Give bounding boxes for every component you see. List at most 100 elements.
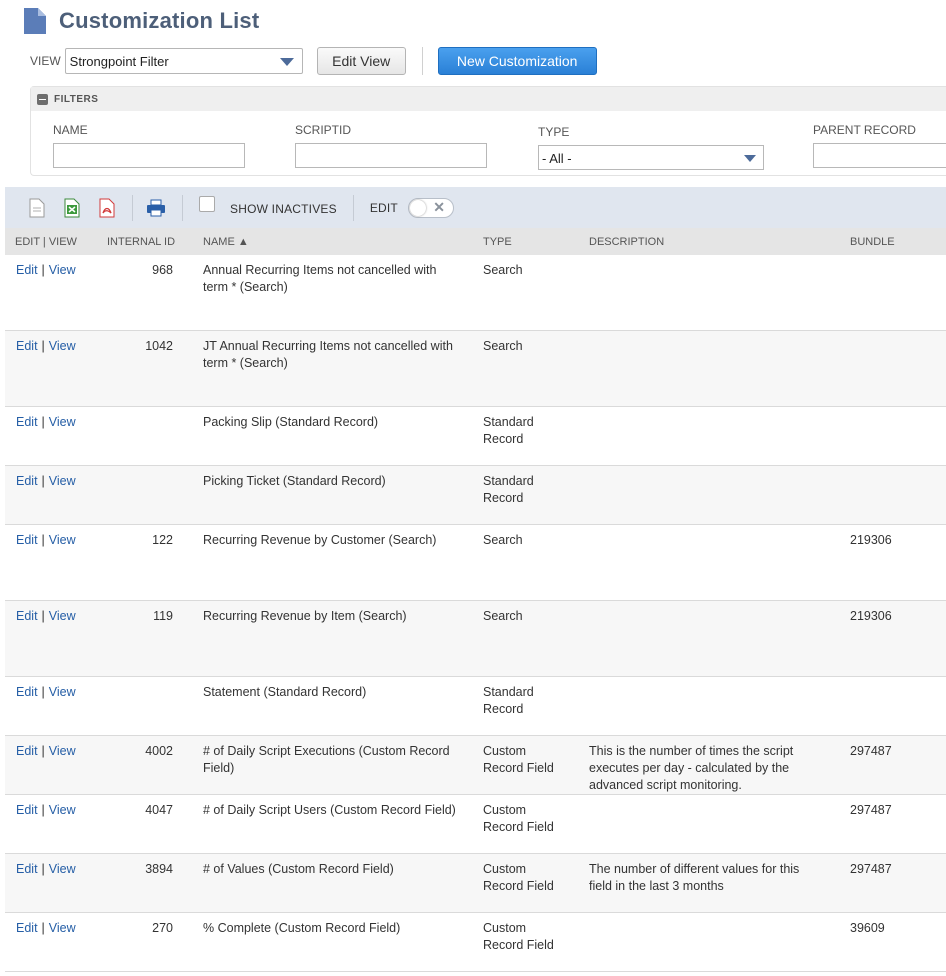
col-type[interactable]: TYPE	[483, 236, 512, 248]
table-row: Edit | View 968 Annual Recurring Items not c…	[5, 255, 946, 331]
record-bundle: 39609	[850, 921, 885, 935]
view-link[interactable]: View	[49, 803, 76, 817]
record-name: JT Annual Recurring Items not cancelled …	[203, 339, 453, 370]
edit-link[interactable]: Edit	[16, 474, 38, 488]
filters-title: FILTERS	[54, 93, 99, 105]
new-customization-button[interactable]: New Customization	[437, 47, 597, 75]
record-type: Custom Record Field	[483, 862, 554, 893]
internal-id: 4002	[145, 744, 173, 758]
row-actions: Edit | View	[16, 743, 76, 760]
view-link[interactable]: View	[49, 609, 76, 623]
row-actions: Edit | View	[16, 473, 76, 490]
separator: |	[41, 474, 45, 488]
close-icon: ✕	[433, 198, 445, 215]
page-title: Customization List	[59, 8, 260, 33]
customization-table: EDIT | VIEW INTERNAL ID NAME ▲ TYPE DESC…	[5, 228, 946, 972]
record-name: Recurring Revenue by Item (Search)	[203, 609, 407, 623]
record-description: The number of different values for this …	[589, 862, 800, 893]
table-row: Edit | View 4002 # of Daily Script Execution…	[5, 736, 946, 795]
record-type: Search	[483, 609, 523, 623]
view-link[interactable]: View	[49, 685, 76, 699]
edit-toggle[interactable]: ✕	[407, 197, 454, 218]
export-excel-icon[interactable]	[63, 198, 81, 218]
view-link[interactable]: View	[49, 862, 76, 876]
separator: |	[41, 862, 45, 876]
col-edit-view: EDIT | VIEW	[15, 235, 77, 248]
table-row: Edit | View 4047 # of Daily Script Users (Cu…	[5, 795, 946, 854]
record-bundle: 297487	[850, 744, 892, 758]
collapse-icon[interactable]	[37, 93, 48, 105]
edit-view-button[interactable]: Edit View	[316, 47, 406, 75]
record-type: Custom Record Field	[483, 921, 554, 952]
view-link[interactable]: View	[49, 263, 76, 277]
internal-id: 968	[152, 263, 173, 277]
edit-link[interactable]: Edit	[16, 862, 38, 876]
show-inactives-checkbox[interactable]	[199, 195, 215, 212]
view-toolbar: VIEW Strongpoint Filter Edit View New Cu…	[30, 46, 597, 76]
edit-link[interactable]: Edit	[16, 685, 38, 699]
type-filter-select[interactable]: - All -	[538, 145, 764, 170]
edit-link[interactable]: Edit	[16, 415, 38, 429]
edit-link[interactable]: Edit	[16, 609, 38, 623]
internal-id: 270	[152, 921, 173, 935]
record-name: % Complete (Custom Record Field)	[203, 921, 401, 935]
record-name: Annual Recurring Items not cancelled wit…	[203, 263, 437, 294]
edit-link[interactable]: Edit	[16, 339, 38, 353]
divider	[132, 194, 133, 221]
table-row: Edit | View 3894 # of Values (Custom Record …	[5, 854, 946, 913]
separator: |	[41, 921, 45, 935]
table-row: Edit | View Packing Slip (Standard Record) S…	[5, 407, 946, 466]
print-icon[interactable]	[146, 198, 166, 218]
separator: |	[41, 339, 45, 353]
internal-id: 122	[152, 533, 173, 547]
list-toolbar: SHOW INACTIVES EDIT ✕	[5, 187, 946, 228]
separator: |	[41, 685, 45, 699]
col-bundle[interactable]: BUNDLE	[850, 236, 895, 248]
toggle-knob	[409, 199, 426, 216]
internal-id: 1042	[145, 339, 173, 353]
col-internal-id[interactable]: INTERNAL ID	[107, 236, 175, 248]
table-header: EDIT | VIEW INTERNAL ID NAME ▲ TYPE DESC…	[5, 228, 946, 255]
edit-link[interactable]: Edit	[16, 921, 38, 935]
export-csv-icon[interactable]	[28, 198, 46, 218]
view-link[interactable]: View	[49, 744, 76, 758]
col-name[interactable]: NAME ▲	[203, 236, 249, 248]
filter-parent: PARENT RECORD	[813, 123, 946, 168]
record-name: Packing Slip (Standard Record)	[203, 415, 379, 429]
row-actions: Edit | View	[16, 861, 76, 878]
table-row: Edit | View 122 Recurring Revenue by Custome…	[5, 525, 946, 601]
separator: |	[41, 263, 45, 277]
export-pdf-icon[interactable]	[98, 198, 116, 218]
chevron-down-icon	[744, 155, 756, 162]
record-name: # of Daily Script Users (Custom Record F…	[203, 803, 456, 817]
parent-record-filter-input[interactable]	[813, 143, 946, 168]
separator: |	[41, 533, 45, 547]
record-type: Custom Record Field	[483, 803, 554, 834]
view-link[interactable]: View	[49, 339, 76, 353]
view-link[interactable]: View	[49, 474, 76, 488]
filters-panel: FILTERS NAME SCRIPTID TYPE - All - PAREN…	[30, 86, 946, 176]
view-link[interactable]: View	[49, 415, 76, 429]
record-type: Search	[483, 339, 523, 353]
view-select-value: Strongpoint Filter	[69, 54, 169, 69]
view-link[interactable]: View	[49, 921, 76, 935]
table-row: Edit | View 119 Recurring Revenue by Item (S…	[5, 601, 946, 677]
record-bundle: 297487	[850, 803, 892, 817]
divider	[421, 47, 423, 75]
scriptid-filter-input[interactable]	[295, 143, 487, 168]
col-description[interactable]: DESCRIPTION	[589, 236, 664, 248]
record-bundle: 219306	[850, 533, 892, 547]
view-link[interactable]: View	[49, 533, 76, 547]
record-type: Search	[483, 263, 523, 277]
edit-link[interactable]: Edit	[16, 533, 38, 547]
show-inactives-label: SHOW INACTIVES	[230, 202, 337, 216]
view-select[interactable]: Strongpoint Filter	[64, 48, 303, 74]
record-name: # of Values (Custom Record Field)	[203, 862, 394, 876]
divider	[352, 194, 354, 221]
filters-header[interactable]: FILTERS	[31, 87, 946, 111]
edit-link[interactable]: Edit	[16, 263, 38, 277]
name-filter-input[interactable]	[53, 143, 245, 168]
edit-link[interactable]: Edit	[16, 803, 38, 817]
record-description: This is the number of times the script e…	[589, 744, 794, 792]
edit-link[interactable]: Edit	[16, 744, 38, 758]
